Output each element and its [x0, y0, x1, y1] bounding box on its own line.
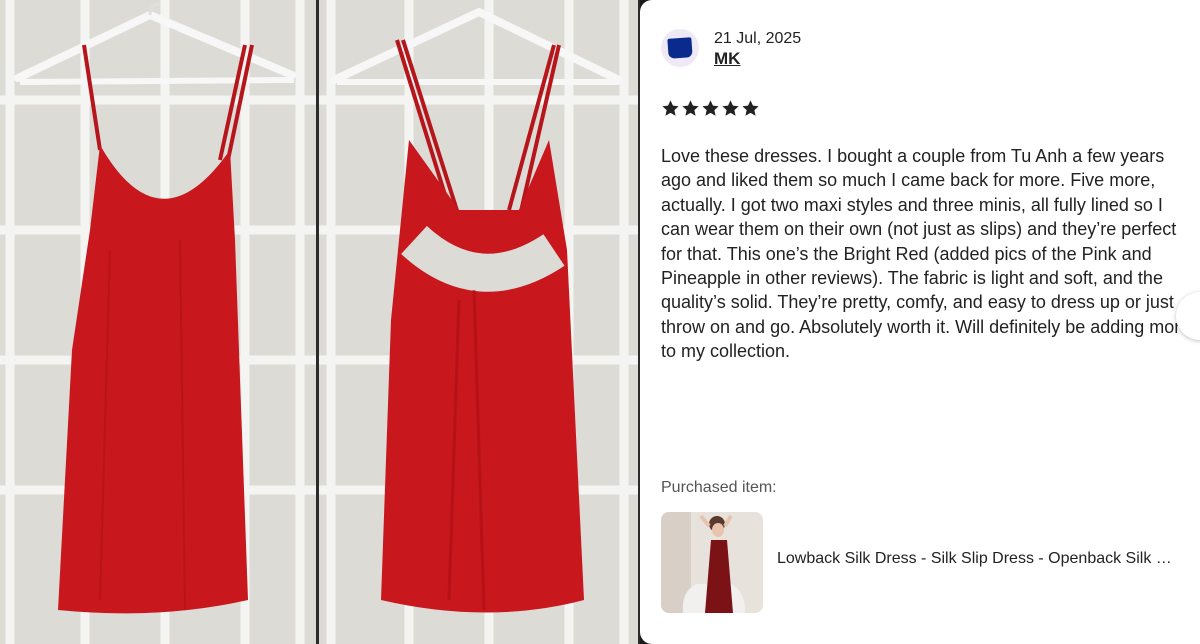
star-icon	[722, 100, 739, 116]
review-photos	[0, 0, 640, 644]
purchased-item-thumbnail[interactable]	[661, 512, 763, 613]
star-icon	[702, 100, 719, 116]
purchased-item-label: Purchased item:	[661, 479, 777, 496]
review-panel: 21 Jul, 2025 MK Love these dresses. I bo…	[640, 0, 1200, 644]
review-photo-back[interactable]	[319, 0, 638, 644]
review-date: 21 Jul, 2025	[714, 30, 802, 47]
avatar-icon[interactable]	[661, 29, 699, 67]
reviewer-name-link[interactable]: MK	[714, 49, 740, 69]
star-icon	[742, 100, 759, 116]
star-icon	[662, 100, 679, 116]
star-rating	[661, 99, 760, 118]
star-icon	[682, 100, 699, 116]
review-photo-front[interactable]	[0, 0, 316, 644]
review-text: Love these dresses. I bought a couple fr…	[661, 146, 1191, 362]
purchased-item-title-link[interactable]: Lowback Silk Dress - Silk Slip Dress - O…	[777, 550, 1182, 568]
